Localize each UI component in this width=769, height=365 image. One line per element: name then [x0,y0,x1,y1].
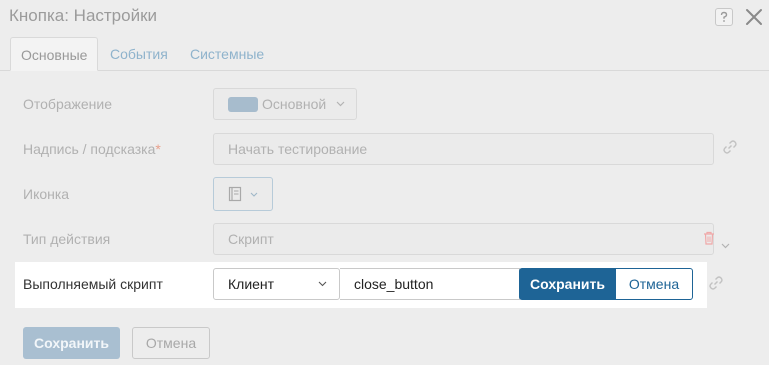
display-label: Отображение [23,96,113,112]
link-icon [723,140,737,154]
action-type-dropdown-button[interactable] [721,236,730,254]
script-link-button[interactable] [708,275,724,296]
action-type-label: Тип действия [23,231,111,247]
book-icon [228,186,242,202]
footer-cancel-button[interactable]: Отмена [132,327,210,359]
link-icon [709,276,723,290]
close-icon [746,9,762,25]
tab-events[interactable]: События [100,37,178,71]
footer-save-button[interactable]: Сохранить [23,327,120,359]
required-mark: * [155,141,161,157]
script-save-button[interactable]: Сохранить [519,268,616,300]
chevron-down-icon [250,192,258,197]
display-value: Основной [262,96,327,112]
script-label: Выполняемый скрипт [23,276,163,292]
chevron-down-icon [336,101,345,107]
tab-main[interactable]: Основные [10,37,99,71]
help-button[interactable] [715,8,733,26]
display-select[interactable]: Основной [213,88,357,120]
script-cancel-button[interactable]: Отмена [615,268,693,300]
close-button[interactable] [743,6,765,28]
chevron-down-icon [318,281,327,287]
action-type-clear-button[interactable] [703,231,715,250]
chevron-down-icon [721,243,730,249]
caption-input[interactable]: Начать тестирование [213,133,714,165]
trash-icon [704,231,714,245]
script-name-input[interactable]: close_button [340,268,520,300]
caption-link-button[interactable] [722,139,738,160]
color-swatch [228,96,258,112]
script-side-select[interactable]: Клиент [213,268,340,300]
script-side-value: Клиент [228,276,275,292]
action-type-select[interactable]: Скрипт [213,223,714,255]
dialog-title: Кнопка: Настройки [9,6,158,25]
caption-label: Надпись / подсказка* [23,141,161,157]
icon-picker[interactable] [213,177,273,211]
icon-label: Иконка [23,186,70,202]
action-type-value: Скрипт [228,231,274,247]
tab-system[interactable]: Системные [180,37,274,71]
question-icon [720,11,728,22]
